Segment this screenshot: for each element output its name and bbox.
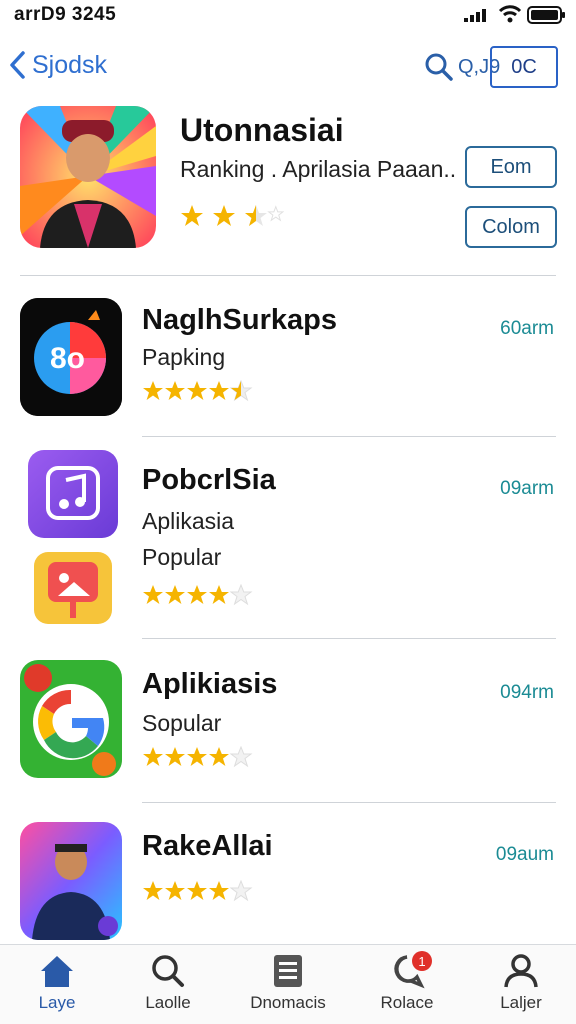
app-name: NaglhSurkaps	[142, 304, 337, 336]
search-button[interactable]: Q,J9	[424, 52, 500, 82]
divider	[142, 638, 556, 639]
app-category: Papking	[142, 344, 226, 370]
app-icon-gallery	[34, 552, 112, 624]
cellular-signal-icon	[464, 9, 486, 22]
tab-label: Laljer	[500, 993, 542, 1012]
search-icon	[152, 955, 184, 987]
home-icon	[41, 956, 73, 987]
star-icon	[213, 205, 235, 226]
battery-icon	[527, 6, 565, 24]
search-icon	[425, 53, 453, 81]
app-icon-music	[28, 450, 118, 538]
app-time: 094rm	[500, 682, 554, 703]
app-subcategory: Popular	[142, 544, 222, 570]
tab-notifications[interactable]: 1 Rolace	[352, 951, 462, 1013]
app-star-rating	[142, 879, 254, 907]
status-bar: arrD9 3245	[0, 0, 576, 32]
pill-label: 0C	[511, 55, 537, 78]
chevron-left-icon	[10, 51, 25, 79]
tab-home[interactable]: Laye	[2, 953, 112, 1013]
divider	[142, 436, 556, 437]
back-label: Sjodsk	[32, 50, 108, 79]
tab-label: Dnomacis	[250, 993, 326, 1012]
tab-label: Laye	[38, 993, 76, 1012]
featured-app-card[interactable]: Utonnasiai Ranking . Aprilasia Paaan.. E…	[20, 106, 557, 254]
app-category: Aplikasia	[142, 508, 235, 534]
app-list-item[interactable]: Aplikiasis Sopular 094rm	[20, 660, 556, 784]
app-icon-person	[20, 822, 122, 940]
tab-label: Laolle	[145, 993, 191, 1012]
app-star-rating	[142, 379, 254, 407]
account-pill-button[interactable]: 0C	[490, 46, 558, 88]
featured-star-rating	[180, 204, 285, 233]
divider	[20, 275, 556, 276]
divider	[142, 802, 556, 803]
app-name: RakeAllai	[142, 830, 273, 862]
profile-icon	[504, 954, 538, 988]
app-star-rating	[142, 745, 254, 773]
app-list-item[interactable]: 8o NaglhSurkaps Papking 60arm	[20, 298, 556, 418]
svg-text:8o: 8o	[50, 342, 85, 375]
back-button[interactable]: Sjodsk	[8, 50, 107, 80]
app-icon-chat: 8o	[20, 298, 122, 416]
document-icon	[274, 955, 302, 987]
tab-search[interactable]: Laolle	[113, 953, 223, 1013]
tab-profile[interactable]: Laljer	[466, 953, 576, 1013]
app-name: PobcrlSia	[142, 464, 276, 496]
app-time: 09arm	[500, 478, 554, 499]
navigation-bar: Sjodsk Q,J9 0C	[0, 40, 576, 96]
notification-badge: 1	[412, 951, 432, 971]
open-button[interactable]: Colom	[465, 206, 557, 248]
app-time: 60arm	[500, 318, 554, 339]
star-icon	[181, 205, 203, 226]
wifi-icon	[498, 5, 522, 23]
app-category: Sopular	[142, 710, 222, 736]
status-time: arrD9 3245	[14, 4, 117, 25]
featured-app-title: Utonnasiai	[180, 112, 344, 148]
app-icon-google	[20, 660, 122, 778]
get-button[interactable]: Eom	[465, 146, 557, 188]
featured-app-icon	[20, 106, 156, 248]
app-name: Aplikiasis	[142, 668, 278, 700]
app-star-rating	[142, 583, 254, 611]
tab-label: Rolace	[380, 993, 434, 1012]
app-list-item[interactable]: PobcrlSia Aplikasia Popular 09arm	[20, 450, 556, 630]
tab-documents[interactable]: Dnomacis	[233, 953, 343, 1013]
app-list-item[interactable]: RakeAllai 09aum	[20, 822, 556, 942]
bottom-tab-bar: Laye Laolle Dnomacis 1 Rolace Laljer	[0, 944, 576, 1024]
featured-app-subtitle: Ranking . Aprilasia Paaan..	[180, 156, 457, 182]
app-time: 09aum	[495, 844, 554, 865]
